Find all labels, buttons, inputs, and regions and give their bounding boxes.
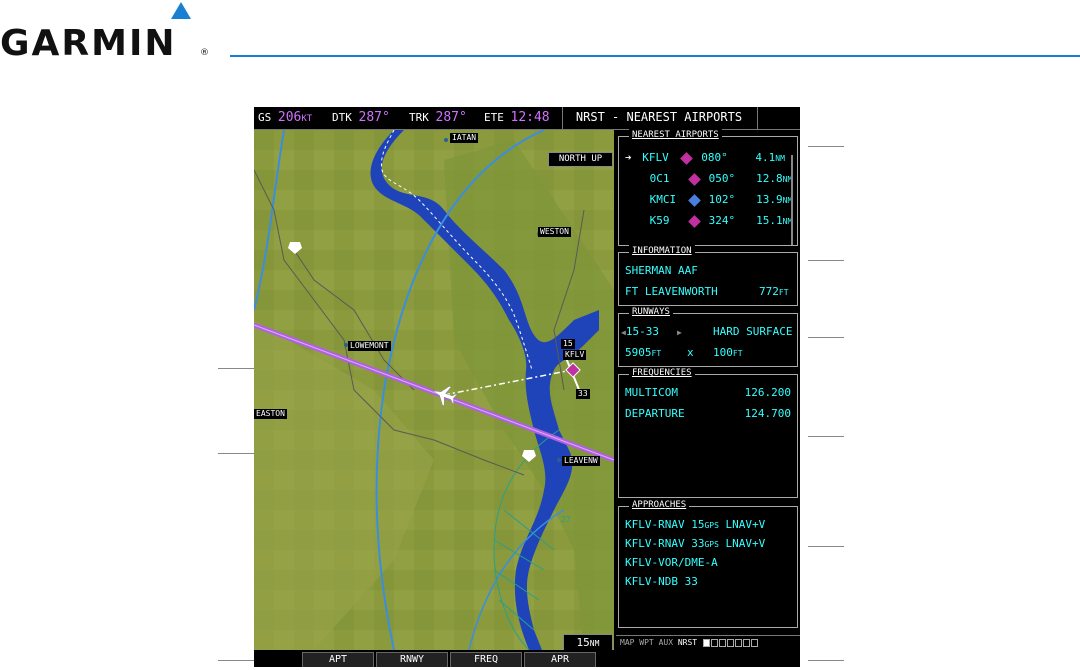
gs-field: GS 206KT [258, 110, 313, 125]
apt-softkey[interactable]: APT [302, 652, 374, 667]
map-orientation-label: NORTH UP [548, 152, 613, 167]
map-label-airport-id: KFLV [563, 350, 587, 360]
page-group-indicator: MAP WPT AUX NRST [616, 635, 800, 650]
list-item[interactable]: K59 324° 15.1NM [625, 214, 792, 228]
rnwy-softkey[interactable]: RNWY [376, 652, 448, 667]
map-label-lowemont: LOWEMONT [348, 341, 391, 351]
map-graphics [254, 130, 614, 650]
runways-title: RUNWAYS [629, 306, 673, 318]
callout-line [808, 146, 844, 147]
list-item[interactable]: MULTICOM 126.200 [625, 386, 791, 399]
map-label-weston: WESTON [538, 227, 571, 237]
list-scrollbar[interactable] [791, 155, 793, 245]
airport-elevation: 772FT [759, 285, 789, 298]
callout-line [218, 660, 254, 661]
nearest-airports-title: NEAREST AIRPORTS [629, 129, 722, 141]
selection-arrow-icon: ➔ [625, 151, 632, 164]
runway-selector[interactable]: ◀15-33 ▶ [621, 325, 682, 338]
freq-softkey[interactable]: FREQ [450, 652, 522, 667]
callout-line [218, 453, 254, 454]
ete-field: ETE 12:48 [484, 110, 550, 125]
map-label-leavenworth: LEAVENW [562, 456, 600, 466]
list-item[interactable]: 0C1 050° 12.8NM [625, 172, 792, 186]
navigation-status-bar: GS 206KT DTK 287° TRK 287° ETE 12:48 NRS… [254, 107, 800, 130]
callout-line [808, 660, 844, 661]
airport-city: FT LEAVENWORTH [625, 285, 718, 298]
airport-icon [687, 193, 701, 207]
brand-name: GARMIN [0, 23, 177, 64]
callout-line [808, 260, 844, 261]
list-item[interactable]: DEPARTURE 124.700 [625, 407, 791, 420]
logo-triangle-icon [171, 2, 191, 19]
callout-line [808, 436, 844, 437]
chevron-right-icon: ▶ [676, 328, 682, 337]
approaches-title: APPROACHES [629, 499, 690, 511]
airport-icon [687, 214, 701, 228]
list-item[interactable]: KFLV-RNAV 33GPS LNAV+V [625, 537, 765, 550]
runway-dimension-separator: x [687, 346, 694, 359]
list-item[interactable]: KFLV-NDB 33 [625, 575, 698, 588]
information-title: INFORMATION [629, 245, 695, 257]
apr-softkey[interactable]: APR [524, 652, 596, 667]
callout-line [218, 368, 254, 369]
runways-box: RUNWAYS ◀15-33 ▶ HARD SURFACE 5905FT x 10… [618, 306, 798, 367]
frequencies-box: FREQUENCIES MULTICOM 126.200 DEPARTURE 124… [618, 367, 798, 498]
callout-line [808, 546, 844, 547]
runway-length: 5905FT [625, 346, 662, 359]
list-item[interactable]: ➔ KFLV 080° 4.1NM [625, 151, 785, 165]
navigation-map[interactable]: NORTH UP IATAN WESTON LOWEMONT EASTON LE… [254, 130, 614, 650]
list-item[interactable]: KFLV-RNAV 15GPS LNAV+V [625, 518, 765, 531]
map-label-iatan: IATAN [450, 133, 479, 143]
softkey-bar: APT RNWY FREQ APR [254, 651, 800, 667]
map-label-runway-15: 15 [561, 339, 575, 349]
frequencies-title: FREQUENCIES [629, 367, 695, 379]
airport-icon [687, 172, 701, 186]
list-item[interactable]: KMCI 102° 13.9NM [625, 193, 792, 207]
runway-surface: HARD SURFACE [713, 325, 793, 338]
nearest-airports-panel: NEAREST AIRPORTS ➔ KFLV 080° 4.1NM 0C1 050°… [616, 129, 800, 650]
dtk-field: DTK 287° [332, 110, 390, 125]
header-rule [230, 55, 1080, 57]
page-title: NRST - NEAREST AIRPORTS [575, 110, 743, 124]
runway-width: 100FT [713, 346, 743, 359]
approaches-box: APPROACHES KFLV-RNAV 15GPS LNAV+V KFLV-R… [618, 499, 798, 628]
callout-line [808, 337, 844, 338]
airport-icon [680, 151, 694, 165]
map-label-runway-33: 33 [576, 389, 590, 399]
airport-name: SHERMAN AAF [625, 264, 698, 277]
mfd-screen: GS 206KT DTK 287° TRK 287° ETE 12:48 NRS… [254, 107, 800, 667]
map-label-easton: EASTON [254, 409, 287, 419]
garmin-logo: GARMIN ® [0, 2, 220, 64]
nearest-airports-box: NEAREST AIRPORTS ➔ KFLV 080° 4.1NM 0C1 050°… [618, 129, 798, 246]
information-box: INFORMATION SHERMAN AAF FT LEAVENWORTH 7… [618, 245, 798, 306]
trk-field: TRK 287° [409, 110, 467, 125]
registered-mark: ® [200, 48, 209, 58]
map-label-runway-27: 27 [561, 515, 571, 524]
map-scale: 15NM [563, 634, 613, 650]
list-item[interactable]: KFLV-VOR/DME-A [625, 556, 718, 569]
